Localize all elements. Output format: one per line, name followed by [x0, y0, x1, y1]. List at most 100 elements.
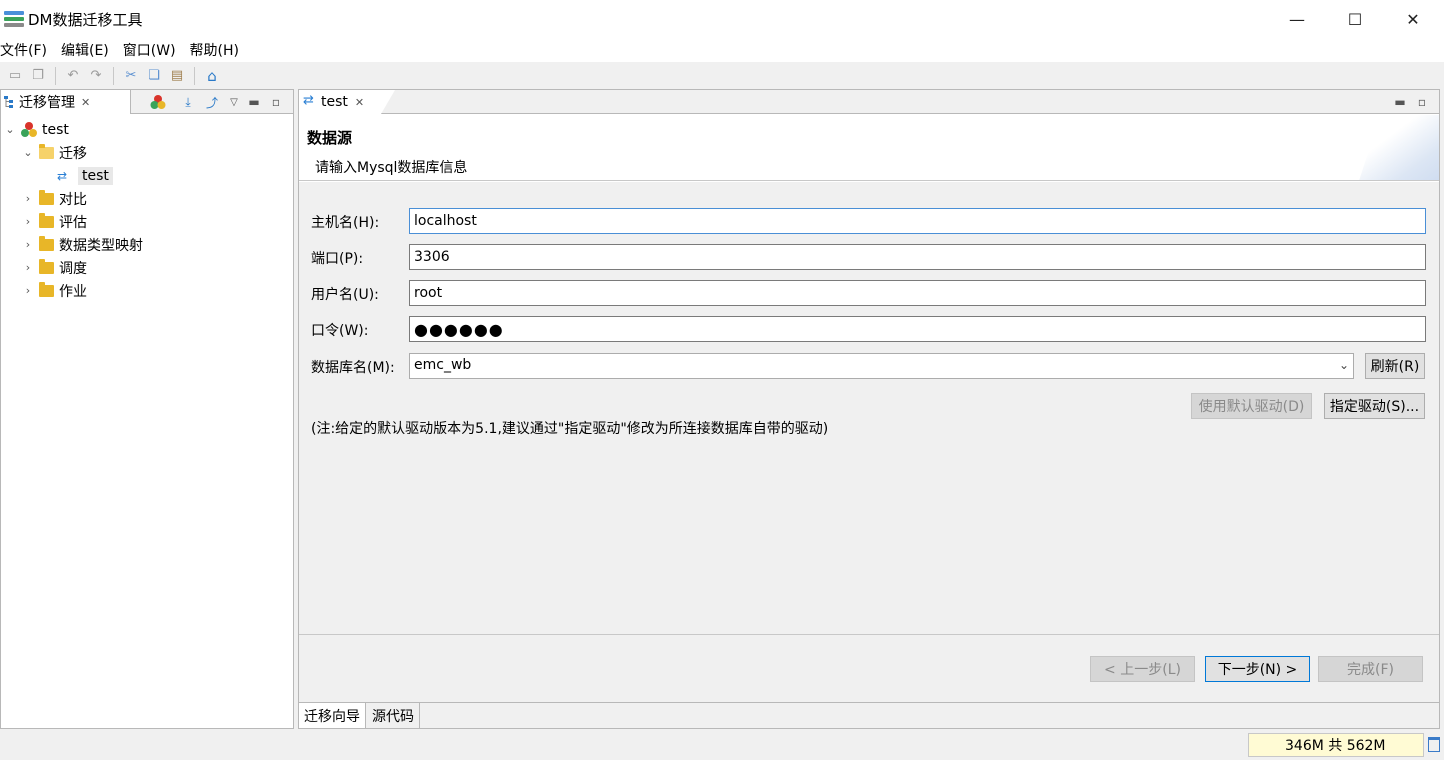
tree-item-folder-scheduling[interactable]: › 调度 — [1, 256, 293, 279]
editor-panel: ⇄ test ✕ ▬ ▫ 数据源 请输入Mysql数据库信息 主机名(H): 端… — [298, 89, 1440, 729]
folder-open-icon — [39, 143, 54, 159]
copy-icon[interactable]: ❏ — [145, 67, 163, 85]
maximize-icon: ☐ — [1347, 9, 1363, 29]
expand-arrow-icon[interactable]: ⌄ — [3, 123, 17, 136]
database-select[interactable]: emc_wb ⌄ — [409, 353, 1354, 379]
back-button[interactable]: < 上一步(L) — [1090, 656, 1195, 682]
collapse-arrow-icon[interactable]: › — [21, 215, 35, 228]
header-decoration — [1351, 115, 1439, 180]
minimize-view-icon[interactable]: ▬ — [245, 93, 263, 111]
minimize-editor-icon[interactable]: ▬ — [1391, 93, 1409, 111]
menu-window[interactable]: 窗口(W) — [123, 40, 183, 60]
tab-test[interactable]: ⇄ test ✕ — [299, 90, 395, 114]
port-label: 端口(P): — [311, 251, 364, 267]
host-input[interactable] — [409, 208, 1426, 234]
home-icon[interactable]: ⌂ — [203, 67, 221, 85]
migration-icon: ⇄ — [303, 93, 314, 108]
tree-item-label: 对比 — [59, 191, 87, 208]
close-icon: ✕ — [1406, 9, 1420, 29]
editor-bottom-tabs: 迁移向导 源代码 — [299, 702, 1439, 728]
database-row: 数据库名(M): emc_wb ⌄ 刷新(R) — [299, 353, 1439, 379]
user-input[interactable] — [409, 280, 1426, 306]
maximize-editor-icon[interactable]: ▫ — [1413, 93, 1431, 111]
toolbar-separator — [113, 66, 114, 85]
editor-tab-bar: ⇄ test ✕ ▬ ▫ — [299, 90, 1439, 114]
close-window-button[interactable]: ✕ — [1384, 0, 1442, 38]
tree-item-migration-test[interactable]: ⇄ test — [1, 164, 293, 187]
wizard-footer: < 上一步(L) 下一步(N) > 完成(F) — [299, 634, 1439, 702]
maximize-view-icon[interactable]: ▫ — [267, 93, 285, 111]
toolbar-separator — [194, 66, 195, 85]
migration-icon: ⇄ — [57, 168, 68, 183]
tree-item-label: test — [42, 121, 69, 138]
collapse-arrow-icon[interactable]: › — [21, 284, 35, 297]
window-title: DM数据迁移工具 — [28, 10, 143, 29]
host-row: 主机名(H): — [299, 208, 1439, 234]
collapse-arrow-icon[interactable]: › — [21, 192, 35, 205]
close-tab-icon[interactable]: ✕ — [81, 96, 90, 109]
app-logo-icon — [4, 9, 24, 29]
export-icon[interactable]: ⤴ — [203, 93, 221, 111]
wizard-title: 数据源 — [307, 129, 353, 147]
tree-item-folder-assessment[interactable]: › 评估 — [1, 210, 293, 233]
migration-tree: ⌄ test ⌄ 迁移 ⇄ test › 对比 › 评估 › 数据类型映射 › … — [1, 114, 293, 302]
password-label: 口令(W): — [311, 323, 369, 339]
save-all-icon[interactable]: ❐ — [29, 67, 47, 85]
collapse-arrow-icon[interactable]: › — [21, 238, 35, 251]
next-button[interactable]: 下一步(N) > — [1205, 656, 1310, 682]
menu-edit[interactable]: 编辑(E) — [61, 40, 116, 60]
port-row: 端口(P): — [299, 244, 1439, 270]
tree-item-folder-jobs[interactable]: › 作业 — [1, 279, 293, 302]
specify-driver-button[interactable]: 指定驱动(S)... — [1324, 393, 1425, 419]
password-input[interactable] — [409, 316, 1426, 342]
refresh-button[interactable]: 刷新(R) — [1365, 353, 1425, 379]
folder-icon — [39, 258, 54, 274]
folder-icon — [39, 235, 54, 251]
chevron-down-icon[interactable]: ⌄ — [1339, 358, 1349, 372]
main-toolbar: ▭ ❐ ↶ ↷ ✂ ❏ ▤ ⌂ — [0, 62, 1444, 89]
save-icon[interactable]: ▭ — [6, 67, 24, 85]
import-icon[interactable]: ⤓ — [179, 93, 197, 111]
tree-item-label: 迁移 — [59, 145, 87, 162]
host-label: 主机名(H): — [311, 215, 380, 231]
menu-file[interactable]: 文件(F) — [0, 40, 54, 60]
migration-management-panel: 迁移管理 ✕ ⤓ ⤴ ▽ ▬ ▫ ⌄ test ⌄ 迁移 ⇄ test › 对比… — [0, 89, 294, 729]
password-row: 口令(W): — [299, 316, 1439, 342]
redo-icon[interactable]: ↷ — [87, 67, 105, 85]
tab-label: test — [321, 94, 348, 110]
expand-arrow-icon[interactable]: ⌄ — [21, 146, 35, 159]
finish-button[interactable]: 完成(F) — [1318, 656, 1423, 682]
new-project-icon[interactable] — [149, 93, 167, 111]
title-bar: DM数据迁移工具 — ☐ ✕ — [0, 0, 1444, 38]
folder-icon — [39, 189, 54, 205]
driver-note: (注:给定的默认驱动版本为5.1,建议通过"指定驱动"修改为所连接数据库自带的驱… — [311, 421, 829, 437]
tab-label: 迁移管理 — [19, 95, 75, 111]
maximize-button[interactable]: ☐ — [1326, 0, 1384, 38]
tab-migration-wizard[interactable]: 迁移向导 — [299, 703, 366, 728]
database-select-value: emc_wb — [414, 357, 472, 373]
wizard-header: 数据源 请输入Mysql数据库信息 — [299, 115, 1439, 181]
use-default-driver-button[interactable]: 使用默认驱动(D) — [1191, 393, 1312, 419]
tree-item-folder-compare[interactable]: › 对比 — [1, 187, 293, 210]
cut-icon[interactable]: ✂ — [122, 67, 140, 85]
tree-item-label: test — [78, 166, 113, 185]
tree-item-folder-migration[interactable]: ⌄ 迁移 — [1, 141, 293, 164]
tree-view-icon — [4, 96, 13, 108]
tab-source-code[interactable]: 源代码 — [367, 703, 420, 728]
close-tab-icon[interactable]: ✕ — [355, 96, 364, 109]
menu-help[interactable]: 帮助(H) — [190, 40, 246, 60]
tree-item-folder-type-mapping[interactable]: › 数据类型映射 — [1, 233, 293, 256]
collapse-arrow-icon[interactable]: › — [21, 261, 35, 274]
minimize-button[interactable]: — — [1268, 0, 1326, 38]
tab-migration-management[interactable]: 迁移管理 ✕ — [1, 90, 131, 114]
folder-icon — [39, 212, 54, 228]
heap-status: 346M 共 562M — [1248, 733, 1424, 757]
tree-item-label: 调度 — [59, 260, 87, 277]
port-input[interactable] — [409, 244, 1426, 270]
trash-icon[interactable] — [1428, 737, 1440, 752]
view-menu-icon[interactable]: ▽ — [225, 93, 243, 111]
undo-icon[interactable]: ↶ — [64, 67, 82, 85]
user-label: 用户名(U): — [311, 287, 379, 303]
tree-item-project[interactable]: ⌄ test — [1, 118, 293, 141]
paste-icon[interactable]: ▤ — [168, 67, 186, 85]
